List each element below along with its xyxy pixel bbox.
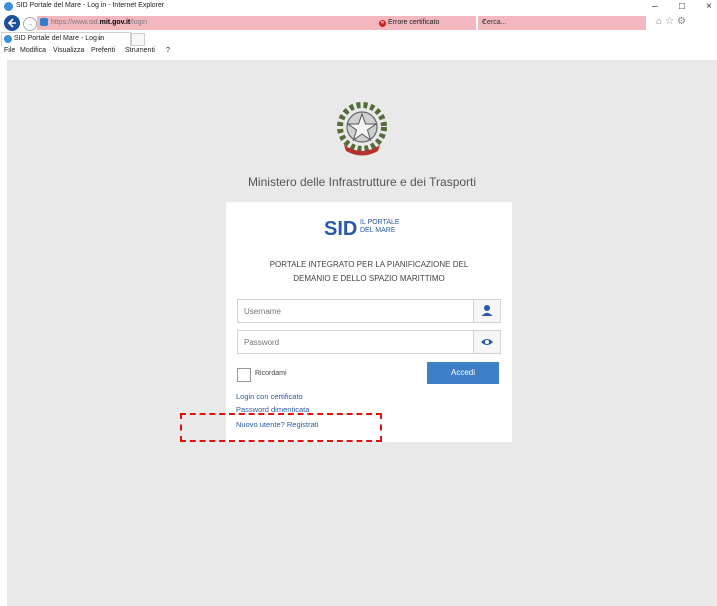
show-password-button[interactable] — [473, 331, 500, 353]
menu-file[interactable]: File — [4, 47, 15, 54]
menu-bar: File Modifica Visualizza Preferiti Strum… — [0, 46, 717, 58]
tab-login[interactable]: SID Portale del Mare - Log in × — [1, 32, 131, 47]
url-text: https://www.sid.mit.gov.it/login — [51, 19, 147, 26]
back-button[interactable] — [4, 15, 20, 31]
login-button[interactable]: Accedi — [427, 362, 499, 384]
password-field — [237, 330, 501, 354]
settings-icon[interactable]: ⚙ — [677, 16, 689, 27]
error-icon: ✕ — [379, 20, 386, 27]
new-tab-button[interactable] — [131, 33, 145, 46]
italian-republic-emblem-icon — [337, 102, 387, 156]
tab-bar: SID Portale del Mare - Log in × — [0, 32, 717, 47]
address-bar[interactable]: https://www.sid.mit.gov.it/login ✕ Errore… — [37, 16, 476, 30]
remember-checkbox[interactable] — [237, 368, 251, 382]
username-field — [237, 299, 501, 323]
page-content: Ministero delle Infrastrutture e dei Tra… — [7, 60, 717, 606]
user-addon — [473, 300, 500, 322]
maximize-button[interactable]: □ — [679, 1, 685, 12]
menu-visualizza[interactable]: Visualizza — [53, 47, 84, 54]
portal-heading: PORTALE INTEGRATO PER LA PIANIFICAZIONE … — [269, 260, 469, 283]
menu-preferiti[interactable]: Preferiti — [91, 47, 115, 54]
toolbar-icons: ⌂☆⚙ — [656, 16, 689, 27]
window-titlebar: SID Portale del Mare - Log in - Internet… — [0, 0, 717, 14]
certificate-login-link[interactable]: Login con certificato — [236, 392, 303, 401]
login-card: SID IL PORTALE DEL MARE PORTALE INTEGRAT… — [226, 202, 512, 442]
internet-explorer-icon — [4, 2, 13, 11]
menu-strumenti[interactable]: Strumenti — [125, 47, 155, 54]
menu-help[interactable]: ? — [166, 47, 170, 54]
page-icon — [40, 18, 48, 26]
password-input[interactable] — [238, 331, 476, 353]
close-window-button[interactable]: × — [706, 1, 712, 12]
back-arrow-icon — [7, 18, 16, 28]
certificate-error[interactable]: ✕ Errore certificato — [379, 19, 439, 27]
tab-favicon-icon — [4, 35, 12, 43]
highlight-box — [180, 413, 382, 442]
minimize-button[interactable]: – — [652, 1, 658, 12]
tab-label: SID Portale del Mare - Log in — [14, 35, 105, 42]
ministry-title: Ministero delle Infrastrutture e dei Tra… — [247, 175, 477, 189]
search-icon[interactable]: ⌕ — [482, 18, 643, 26]
username-input[interactable] — [238, 300, 476, 322]
remember-label: Ricordami — [255, 370, 287, 377]
search-input[interactable]: Cerca... ⌕ — [478, 16, 646, 30]
tab-close-icon[interactable]: × — [97, 34, 102, 43]
menu-modifica[interactable]: Modifica — [20, 47, 46, 54]
user-icon — [481, 305, 493, 316]
forward-arrow-icon: → — [26, 19, 34, 28]
sid-logo: SID IL PORTALE DEL MARE — [324, 218, 400, 240]
window-title: SID Portale del Mare - Log in - Internet… — [16, 2, 165, 9]
home-icon[interactable]: ⌂ — [656, 16, 665, 27]
forward-button[interactable]: → — [23, 17, 37, 31]
favorites-icon[interactable]: ☆ — [665, 16, 677, 27]
eye-icon — [481, 339, 493, 345]
